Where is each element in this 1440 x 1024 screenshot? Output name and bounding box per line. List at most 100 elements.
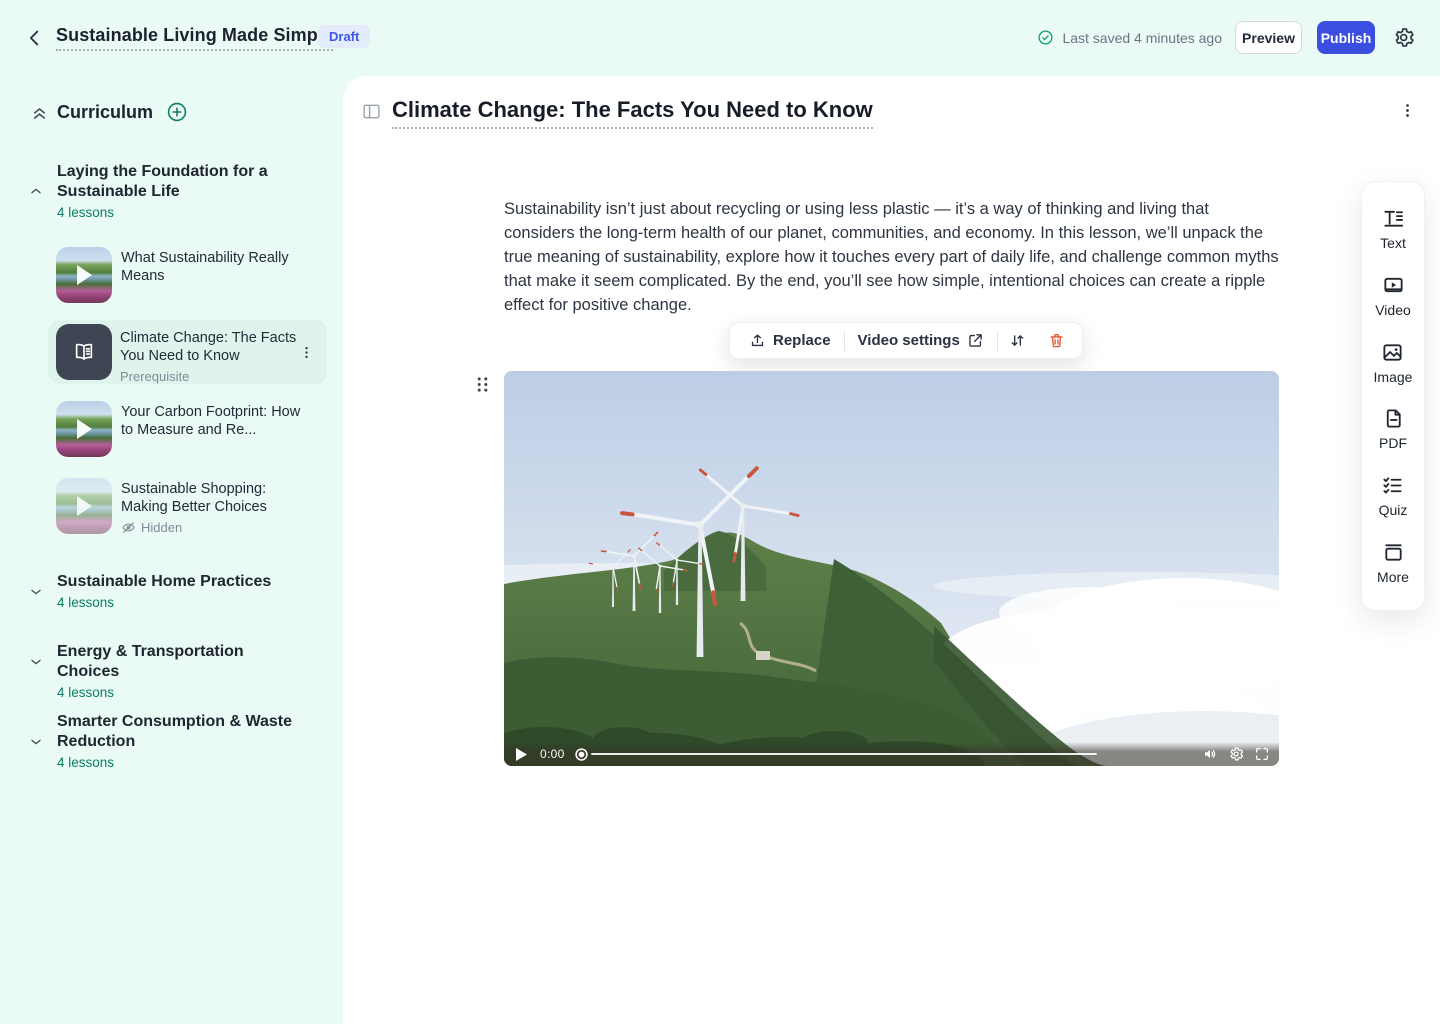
insert-image-button[interactable]: Image [1374,341,1413,385]
curriculum-title: Curriculum [57,102,153,123]
section-3-header[interactable]: Energy & Transportation Choices 4 lesson… [57,642,297,700]
section-2-expand-icon[interactable] [28,584,44,600]
more-blocks-icon [1382,541,1405,564]
add-section-button[interactable] [166,101,188,123]
lesson-prerequisite-label: Prerequisite [120,369,298,384]
replace-label: Replace [773,332,831,349]
sort-arrows-icon [1009,332,1026,349]
lesson-hidden-label: Hidden [141,520,182,535]
lesson-title: What Sustainability Really Means [121,249,311,285]
back-button[interactable] [24,27,46,49]
last-saved-text: Last saved 4 minutes ago [1062,30,1222,46]
lesson-title: Your Carbon Footprint: How to Measure an… [121,403,311,439]
check-circle-icon [1037,29,1054,46]
player-settings-icon[interactable] [1228,746,1244,762]
insert-video-button[interactable]: Video [1375,274,1411,318]
move-block-button[interactable] [998,323,1037,358]
lesson-video-thumbnail [56,247,112,303]
lesson-page-title[interactable]: Climate Change: The Facts You Need to Kn… [392,97,873,129]
lesson-options-button[interactable] [1399,102,1416,119]
section-4-expand-icon[interactable] [28,734,44,750]
course-title[interactable]: Sustainable Living Made Simple [56,25,333,51]
insert-image-label: Image [1374,369,1413,385]
play-icon [77,419,92,439]
video-frame-wind-turbines [504,371,1279,766]
chevron-left-icon [24,27,46,49]
section-lesson-count: 4 lessons [57,205,297,220]
section-title: Sustainable Home Practices [57,572,297,592]
gear-icon [1392,26,1415,49]
fullscreen-icon[interactable] [1254,746,1270,762]
insert-text-label: Text [1380,235,1406,251]
settings-button[interactable] [1392,26,1415,49]
text-icon [1382,207,1405,230]
publish-button[interactable]: Publish [1317,21,1375,54]
section-lesson-count: 4 lessons [57,595,297,610]
external-link-icon [967,332,984,349]
pdf-icon [1382,407,1405,430]
video-icon [1382,274,1405,297]
insert-block-toolbar: Text Video Image PDF Quiz [1361,181,1425,611]
section-4-header[interactable]: Smarter Consumption & Waste Reduction 4 … [57,712,297,770]
insert-pdf-button[interactable]: PDF [1379,407,1407,451]
lesson-item-sustainable-shopping[interactable]: Sustainable Shopping: Making Better Choi… [56,478,311,535]
drag-handle-icon[interactable] [476,376,489,393]
lesson-title: Sustainable Shopping: Making Better Choi… [121,480,311,516]
video-player[interactable]: 0:00 [504,371,1279,766]
lesson-editor-panel: Climate Change: The Facts You Need to Kn… [343,76,1440,1024]
video-block-toolbar: Replace Video settings [729,322,1083,359]
lesson-video-thumbnail [56,478,112,534]
insert-more-button[interactable]: More [1377,541,1409,585]
insert-quiz-label: Quiz [1379,502,1408,518]
delete-block-button[interactable] [1037,323,1076,358]
trash-icon [1048,332,1065,349]
section-2-header[interactable]: Sustainable Home Practices 4 lessons [57,572,297,610]
curriculum-sidebar: Curriculum Laying the Foundation for a S… [0,76,343,1024]
play-icon [77,265,92,285]
lesson-video-thumbnail [56,401,112,457]
toggle-sidebar-icon[interactable] [362,103,381,120]
section-title: Laying the Foundation for a Sustainable … [57,162,297,202]
insert-quiz-button[interactable]: Quiz [1379,474,1408,518]
preview-button[interactable]: Preview [1235,21,1302,54]
quiz-icon [1381,474,1404,497]
play-button[interactable] [516,748,527,761]
top-header: Sustainable Living Made Simple Draft Las… [0,0,1440,76]
video-controls: 0:00 [504,742,1279,766]
section-1-collapse-icon[interactable] [28,183,44,199]
eye-off-icon [121,520,136,535]
section-title: Smarter Consumption & Waste Reduction [57,712,297,752]
progress-track[interactable] [591,753,1097,756]
section-3-expand-icon[interactable] [28,654,44,670]
lesson-item-what-sustainability[interactable]: What Sustainability Really Means [56,247,311,303]
play-icon [77,496,92,516]
volume-icon[interactable] [1202,746,1218,762]
section-1-header[interactable]: Laying the Foundation for a Sustainable … [57,162,297,220]
lesson-item-carbon-footprint[interactable]: Your Carbon Footprint: How to Measure an… [56,401,311,457]
book-open-icon [71,339,97,365]
video-time: 0:00 [540,747,565,761]
lesson-reading-tile [56,324,112,380]
replace-video-button[interactable]: Replace [736,323,844,358]
insert-pdf-label: PDF [1379,435,1407,451]
section-lesson-count: 4 lessons [57,685,297,700]
section-title: Energy & Transportation Choices [57,642,297,682]
collapse-all-icon[interactable] [30,103,49,122]
section-lesson-count: 4 lessons [57,755,297,770]
upload-icon [749,332,766,349]
insert-video-label: Video [1375,302,1411,318]
insert-text-button[interactable]: Text [1380,207,1406,251]
lesson-title: Climate Change: The Facts You Need to Kn… [120,329,298,365]
status-badge: Draft [318,25,370,48]
insert-more-label: More [1377,569,1409,585]
curriculum-header: Curriculum [30,101,188,123]
last-saved-status: Last saved 4 minutes ago [1037,29,1222,46]
scrubber-handle[interactable] [574,747,589,762]
video-settings-button[interactable]: Video settings [845,323,997,358]
lesson-intro-paragraph[interactable]: Sustainability isn’t just about recyclin… [504,197,1279,317]
kebab-menu-icon [1399,102,1416,119]
lesson-item-climate-change[interactable]: Climate Change: The Facts You Need to Kn… [48,320,327,384]
video-settings-label: Video settings [858,332,960,349]
image-icon [1381,341,1404,364]
lesson-menu-icon[interactable] [299,345,314,360]
